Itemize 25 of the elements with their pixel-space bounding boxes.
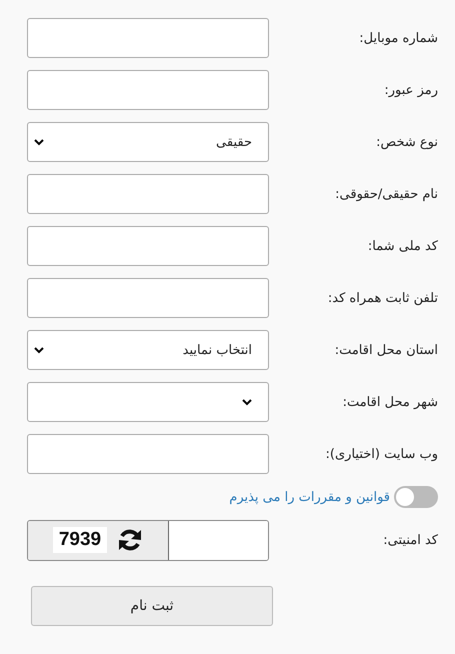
input-field[interactable] xyxy=(27,18,269,58)
field-label: وب سایت (اختیاری): xyxy=(326,446,438,462)
chevron-down-icon xyxy=(242,398,252,406)
chevron-down-icon xyxy=(34,138,44,146)
dropdown[interactable]: حقیقی xyxy=(27,122,269,162)
input-field[interactable] xyxy=(27,226,269,266)
field-label: کد امنیتی: xyxy=(383,532,438,548)
field-label: شماره موبایل: xyxy=(359,30,438,46)
dropdown[interactable] xyxy=(27,382,269,422)
field-label: رمز عبور: xyxy=(384,82,438,98)
field-label: نام حقیقی/حقوقی: xyxy=(335,186,438,202)
register-button[interactable]: ثبت نام xyxy=(31,586,273,626)
terms-link[interactable]: قوانین و مقررات را می پذیرم xyxy=(229,490,390,504)
field-label: نوع شخص: xyxy=(376,134,438,150)
input-field[interactable] xyxy=(27,434,269,474)
field-label: استان محل اقامت: xyxy=(334,342,438,358)
toggle-switch[interactable] xyxy=(394,486,438,508)
input-field[interactable] xyxy=(27,278,269,318)
field-label: شهر محل اقامت: xyxy=(342,394,438,410)
field-label: کد ملی شما: xyxy=(368,238,438,254)
field-label: تلفن ثابت همراه کد: xyxy=(328,290,438,306)
dropdown[interactable]: انتخاب نمایید xyxy=(27,330,269,370)
input-field[interactable] xyxy=(27,174,269,214)
chevron-down-icon xyxy=(34,346,44,354)
input-field[interactable] xyxy=(27,70,269,110)
